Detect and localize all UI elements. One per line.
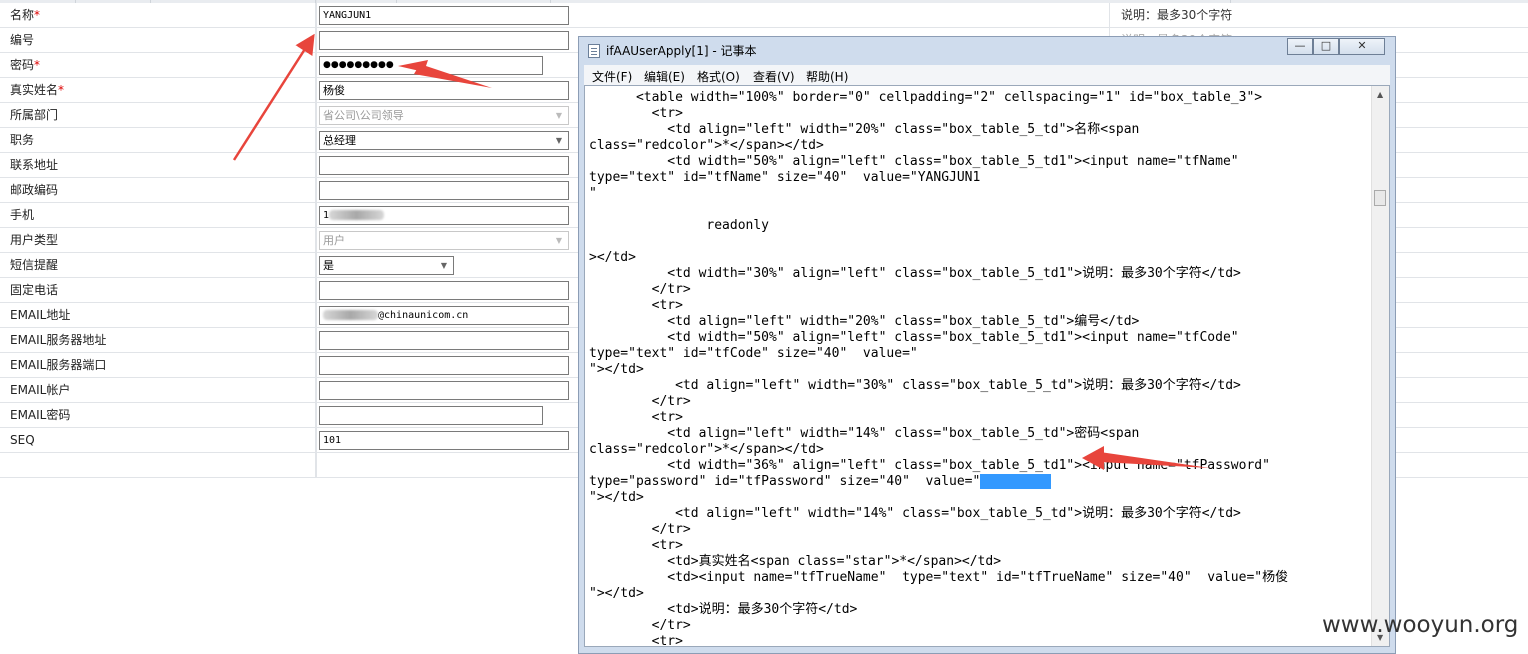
arrow-to-password-field xyxy=(414,64,492,88)
arrow-to-password-value xyxy=(1100,452,1210,468)
arrow-to-code-field xyxy=(232,33,315,161)
annotation-arrows xyxy=(232,33,1210,470)
